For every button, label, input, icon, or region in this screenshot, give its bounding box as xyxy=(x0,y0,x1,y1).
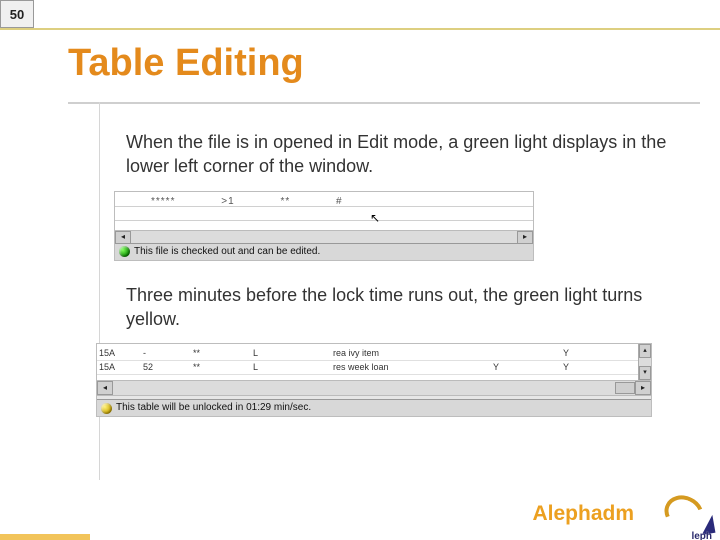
cell: 15A xyxy=(97,361,141,373)
scroll-left-icon: ◂ xyxy=(97,381,113,395)
paragraph-2: Three minutes before the lock time runs … xyxy=(126,283,670,332)
cell: ** xyxy=(191,347,251,359)
ph3: ** xyxy=(280,195,290,209)
screenshot-2: 15A - ** L rea ivy item Y 15A 52 ** L re… xyxy=(96,343,652,417)
status-light-yellow-icon xyxy=(101,403,112,414)
cell: ** xyxy=(191,361,251,373)
ph4: # xyxy=(336,195,343,209)
gridline xyxy=(115,220,533,221)
cell: - xyxy=(141,347,191,359)
scroll-up-icon: ▴ xyxy=(639,344,651,358)
status-text: This table will be unlocked in 01:29 min… xyxy=(116,401,311,415)
screenshot-1-wrap: ***** >1 ** # ↖ ◂ ▸ This file is checked… xyxy=(114,191,670,261)
slide-number-box: 50 xyxy=(0,0,34,28)
screenshot-2-vscrollbar: ▴ ▾ xyxy=(638,344,651,380)
cell: rea ivy item xyxy=(331,347,491,359)
cell: Y xyxy=(491,361,561,373)
cell: L xyxy=(251,347,331,359)
cell: L xyxy=(251,361,331,373)
screenshot-1-placeholders: ***** >1 ** # xyxy=(151,195,385,209)
screenshot-2-wrap: 15A - ** L rea ivy item Y 15A 52 ** L re… xyxy=(96,343,670,417)
logo-text: leph xyxy=(691,531,712,540)
slide: 50 Table Editing When the file is in ope… xyxy=(0,0,720,540)
ph1: ***** xyxy=(151,195,175,209)
screenshot-1-statusbar: This file is checked out and can be edit… xyxy=(115,243,533,260)
slide-number: 50 xyxy=(10,7,24,22)
screenshot-2-grid: 15A - ** L rea ivy item Y 15A 52 ** L re… xyxy=(97,344,651,380)
footer-product-name: Alephadm xyxy=(532,502,634,526)
scroll-right-icon: ▸ xyxy=(635,381,651,395)
body: When the file is in opened in Edit mode,… xyxy=(126,130,670,439)
mouse-cursor-icon: ↖ xyxy=(370,210,380,226)
status-light-green-icon xyxy=(119,246,130,257)
screenshot-1-grid: ***** >1 ** # ↖ xyxy=(115,192,533,230)
scroll-down-icon: ▾ xyxy=(639,366,651,380)
ph2: >1 xyxy=(221,195,234,209)
cell: Y xyxy=(561,347,591,359)
slide-title: Table Editing xyxy=(68,42,304,85)
screenshot-2-hscrollbar: ◂ ▸ xyxy=(97,380,651,396)
title-underline xyxy=(68,102,700,104)
scroll-thumb xyxy=(615,382,635,394)
status-text: This file is checked out and can be edit… xyxy=(134,245,320,259)
cell: 52 xyxy=(141,361,191,373)
cell: Y xyxy=(561,361,591,373)
screenshot-1: ***** >1 ** # ↖ ◂ ▸ This file is checked… xyxy=(114,191,534,261)
paragraph-1: When the file is in opened in Edit mode,… xyxy=(126,130,670,179)
vertical-rule xyxy=(99,102,100,480)
cell: 15A xyxy=(97,347,141,359)
screenshot-2-statusbar: This table will be unlocked in 01:29 min… xyxy=(97,399,651,416)
cell: res week loan xyxy=(331,361,491,373)
table-row: 15A - ** L rea ivy item Y xyxy=(97,346,639,361)
bottom-accent xyxy=(0,534,90,540)
top-rule xyxy=(0,28,720,30)
aleph-logo-icon xyxy=(662,492,714,534)
table-row: 15A 52 ** L res week loan Y Y xyxy=(97,360,639,375)
